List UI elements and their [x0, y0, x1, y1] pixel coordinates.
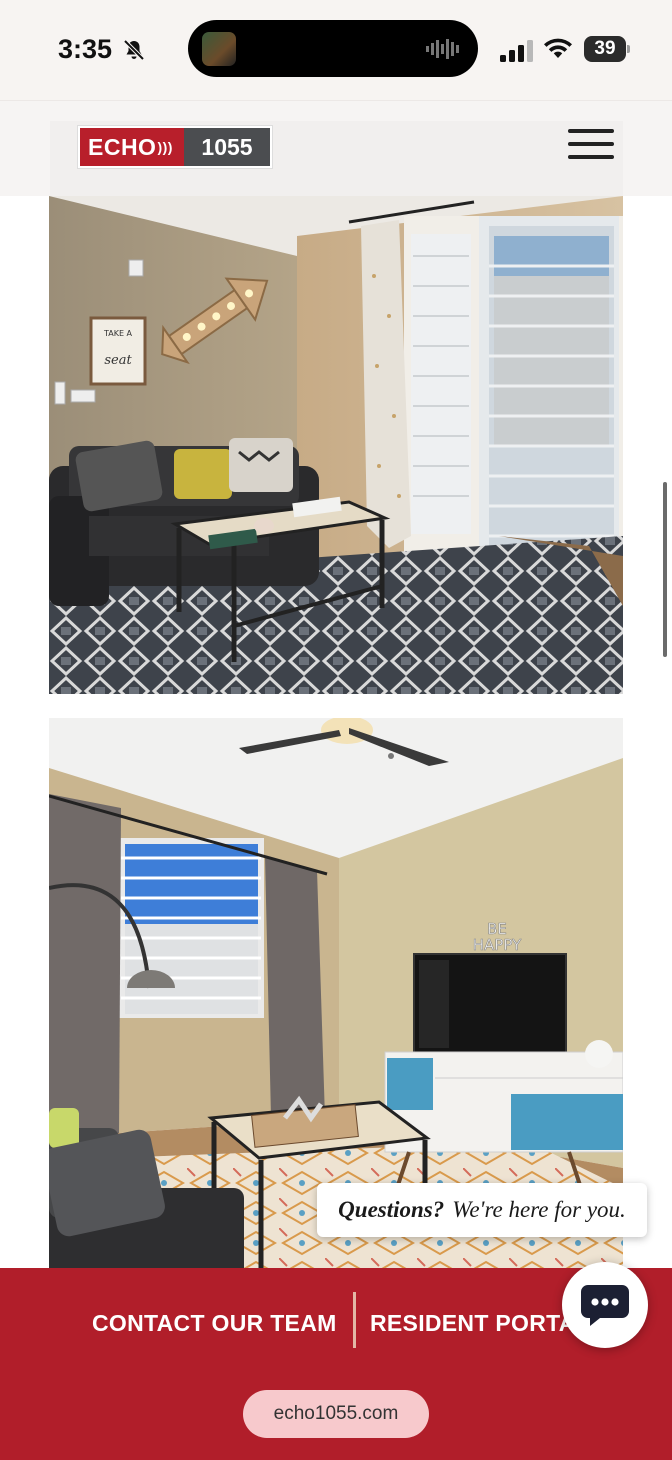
frame-text-2: seat [104, 353, 132, 368]
chat-prompt-bubble[interactable]: Questions? We're here for you. [317, 1183, 647, 1237]
resident-portal-link[interactable]: RESIDENT PORTAL [370, 1310, 590, 1337]
battery-level: 39 [584, 36, 626, 62]
status-time: 3:35 [58, 34, 113, 64]
hamburger-menu-icon[interactable] [568, 127, 616, 161]
scroll-indicator[interactable] [663, 482, 667, 657]
dynamic-island[interactable] [188, 20, 478, 77]
frame-text-1: TAKE A [103, 329, 133, 338]
site-header: ECHO ))) 1055 [0, 100, 672, 197]
wall-sign-2: HAPPY [473, 936, 522, 954]
bell-muted-icon [123, 39, 145, 61]
audio-wave-icon [426, 39, 459, 59]
logo-echo-text: ECHO [88, 133, 157, 160]
battery-tip [627, 45, 630, 53]
wifi-icon [544, 38, 572, 58]
media-thumbnail [202, 32, 236, 66]
logo-echo: ECHO ))) [80, 128, 184, 166]
signal-icon [500, 40, 533, 62]
browser-url-pill[interactable]: echo1055.com [243, 1390, 429, 1438]
chat-glyph-icon [581, 1285, 629, 1326]
chat-prompt-text: We're here for you. [452, 1197, 626, 1222]
logo-waves-icon: ))) [157, 139, 173, 155]
echo-logo[interactable]: ECHO ))) 1055 [78, 126, 272, 168]
gallery-photo-living-room-1[interactable]: TAKE A seat [49, 196, 623, 694]
status-bar: 3:35 39 [0, 0, 672, 100]
battery-icon: 39 [584, 36, 630, 62]
chat-bubble-icon[interactable] [562, 1262, 648, 1348]
header-bar: ECHO ))) 1055 [50, 121, 623, 197]
contact-our-team-link[interactable]: CONTACT OUR TEAM [92, 1310, 337, 1337]
cta-divider [353, 1292, 356, 1348]
chat-prompt-bold: Questions? [338, 1197, 445, 1222]
app-screen: 3:35 39 ECHO))) 1055 TAKE A seat BE HAP… [0, 0, 672, 1460]
logo-number: 1055 [184, 128, 270, 166]
